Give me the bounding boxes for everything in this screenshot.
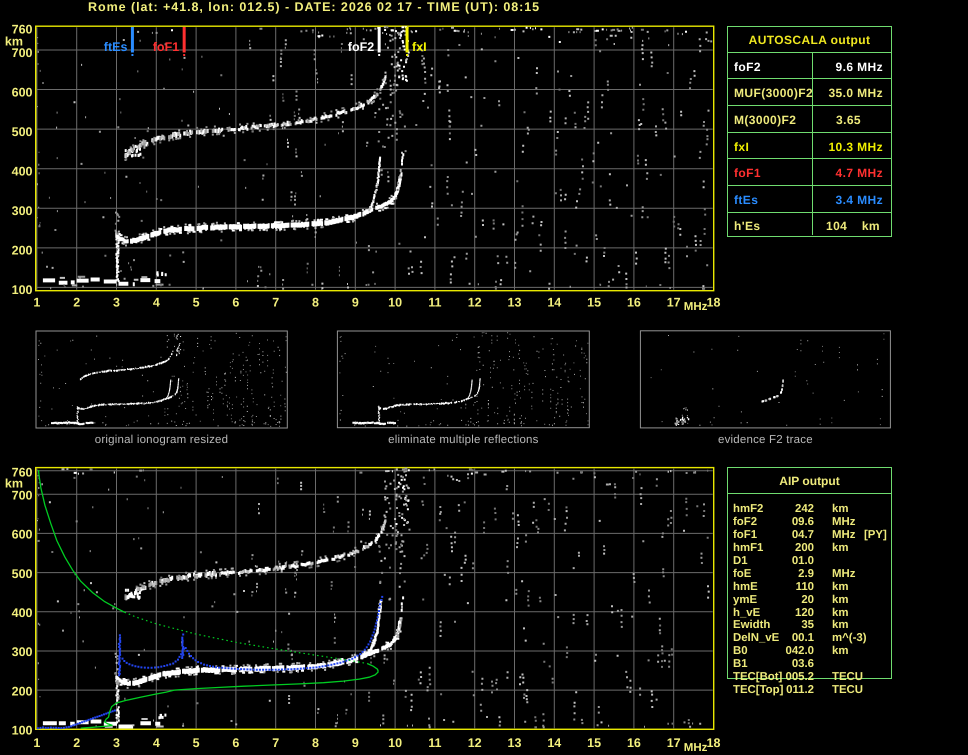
svg-text:12: 12 [468,295,482,309]
svg-text:13: 13 [508,736,522,750]
svg-text:400: 400 [12,164,33,178]
svg-text:fxI: fxI [412,40,427,54]
svg-text:5: 5 [193,295,200,309]
svg-text:MHz: MHz [684,301,708,313]
svg-text:14: 14 [547,736,561,750]
svg-text:8: 8 [312,736,319,750]
svg-text:500: 500 [12,567,33,581]
svg-text:2: 2 [73,295,80,309]
svg-text:200: 200 [12,684,33,698]
svg-text:1: 1 [33,295,40,309]
svg-text:18: 18 [707,736,721,750]
svg-text:9: 9 [352,295,359,309]
svg-text:3: 3 [113,736,120,750]
svg-text:1: 1 [33,736,40,750]
svg-text:3: 3 [113,295,120,309]
svg-text:15: 15 [587,295,601,309]
svg-text:200: 200 [12,244,33,258]
svg-text:400: 400 [12,606,33,620]
svg-text:300: 300 [12,204,33,218]
svg-text:9: 9 [352,736,359,750]
svg-text:13: 13 [508,295,522,309]
svg-text:600: 600 [12,528,33,542]
svg-text:700: 700 [12,488,33,502]
svg-text:7: 7 [272,736,279,750]
svg-text:6: 6 [232,295,239,309]
svg-text:foF2: foF2 [348,40,374,54]
svg-text:17: 17 [667,736,681,750]
svg-text:100: 100 [12,724,33,738]
svg-text:4: 4 [153,736,160,750]
svg-text:700: 700 [12,46,33,60]
svg-text:5: 5 [193,736,200,750]
svg-text:16: 16 [627,736,641,750]
svg-text:10: 10 [388,295,402,309]
svg-text:600: 600 [12,85,33,99]
svg-text:foF1: foF1 [153,40,179,54]
svg-text:ftEs: ftEs [104,40,128,54]
svg-text:16: 16 [627,295,641,309]
svg-text:11: 11 [428,295,441,309]
svg-text:18: 18 [707,295,721,309]
svg-text:14: 14 [547,295,561,309]
svg-text:2: 2 [73,736,80,750]
svg-text:10: 10 [388,736,402,750]
svg-text:12: 12 [468,736,482,750]
svg-text:6: 6 [232,736,239,750]
svg-text:7: 7 [272,295,279,309]
svg-text:100: 100 [12,283,33,297]
svg-text:500: 500 [12,125,33,139]
svg-text:15: 15 [587,736,601,750]
svg-text:8: 8 [312,295,319,309]
svg-text:MHz: MHz [684,742,708,754]
svg-text:17: 17 [667,295,681,309]
svg-text:11: 11 [428,736,441,750]
svg-text:300: 300 [12,645,33,659]
svg-text:4: 4 [153,295,160,309]
